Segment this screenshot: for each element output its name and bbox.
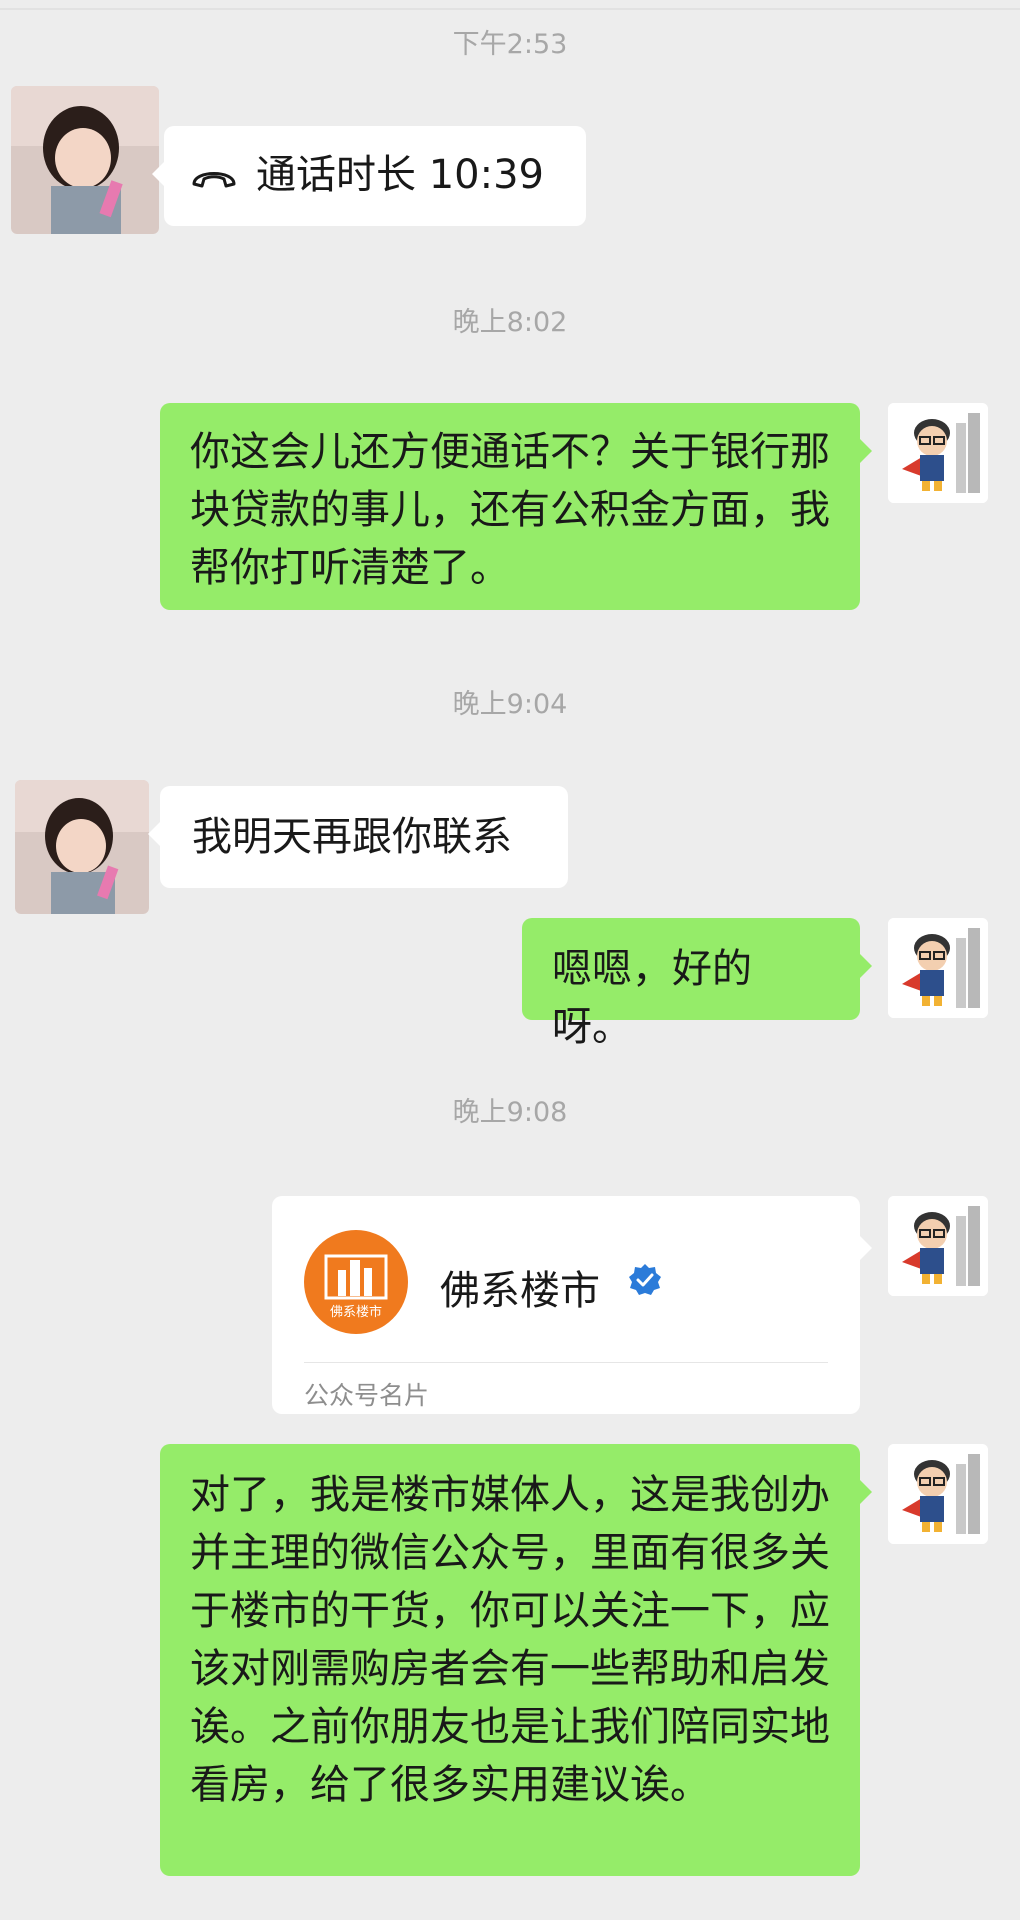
call-duration-text: 通话时长 10:39 bbox=[256, 152, 544, 198]
call-record-bubble[interactable]: 通话时长 10:39 bbox=[152, 126, 586, 226]
my-avatar[interactable] bbox=[888, 1196, 988, 1296]
official-account-name: 佛系楼市 bbox=[440, 1268, 600, 1314]
sent-message-bubble[interactable]: 嗯嗯，好的呀。 bbox=[522, 918, 872, 1050]
card-divider bbox=[304, 1362, 828, 1363]
message-text: 我明天再跟你联系 bbox=[192, 814, 512, 860]
timestamp: 下午2:53 bbox=[452, 29, 568, 60]
official-account-card[interactable]: 佛系楼市 佛系楼市 公众号名片 bbox=[272, 1196, 872, 1414]
message-text: 对了，我是楼市媒体人，这是我创办并主理的微信公众号，里面有很多关于楼市的干货，你… bbox=[190, 1472, 830, 1808]
phone-hangup-icon bbox=[190, 148, 238, 206]
sent-message-bubble[interactable]: 你这会儿还方便通话不？关于银行那块贷款的事儿，还有公积金方面，我帮你打听清楚了。 bbox=[160, 403, 872, 610]
sent-message-bubble[interactable]: 对了，我是楼市媒体人，这是我创办并主理的微信公众号，里面有很多关于楼市的干货，你… bbox=[160, 1444, 872, 1876]
verified-badge-icon bbox=[629, 1264, 661, 1295]
top-divider bbox=[0, 8, 1020, 10]
message-text: 你这会儿还方便通话不？关于银行那块贷款的事儿，还有公积金方面，我帮你打听清楚了。 bbox=[190, 429, 830, 591]
logo-text: 佛系楼市 bbox=[330, 1304, 382, 1320]
contact-avatar[interactable] bbox=[11, 86, 159, 234]
my-avatar[interactable] bbox=[888, 1444, 988, 1544]
received-message-bubble[interactable]: 我明天再跟你联系 bbox=[148, 786, 568, 888]
timestamp: 晚上9:04 bbox=[452, 689, 568, 720]
timestamp: 晚上8:02 bbox=[452, 307, 568, 338]
timestamp: 晚上9:08 bbox=[452, 1097, 568, 1128]
my-avatar[interactable] bbox=[888, 403, 988, 503]
message-text: 嗯嗯，好的呀。 bbox=[552, 946, 752, 1050]
my-avatar[interactable] bbox=[888, 918, 988, 1018]
official-account-logo: 佛系楼市 bbox=[304, 1230, 408, 1334]
card-type-label: 公众号名片 bbox=[304, 1381, 430, 1410]
contact-avatar[interactable] bbox=[15, 780, 149, 914]
